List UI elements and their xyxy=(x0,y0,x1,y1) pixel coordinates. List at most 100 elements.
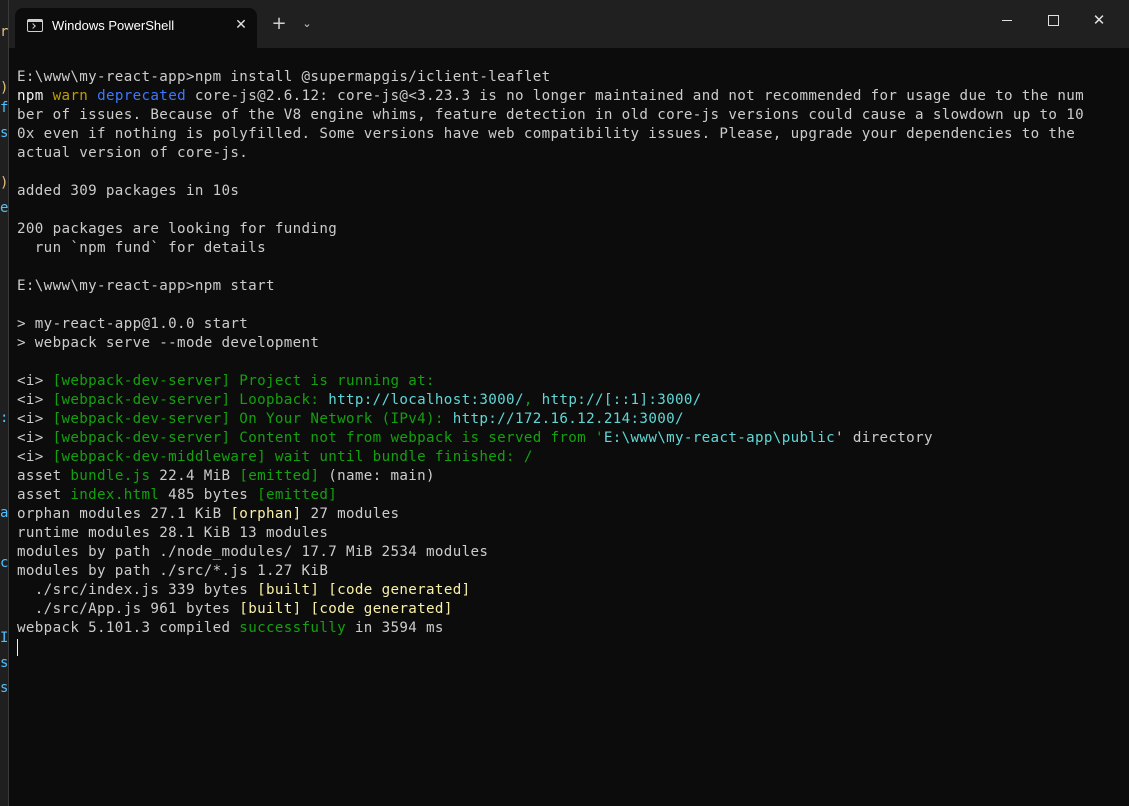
terminal-text: [code generated] xyxy=(328,582,471,598)
chevron-down-icon[interactable]: ⌄ xyxy=(297,10,317,38)
terminal-line: <i> [webpack-dev-server] Project is runn… xyxy=(17,372,1129,391)
terminal-text: added 309 packages in 10s xyxy=(17,183,240,199)
terminal-text: [webpack-dev-middleware] wait until bund… xyxy=(52,449,533,465)
terminal-text: <i> xyxy=(17,411,53,427)
terminal-line: asset bundle.js 22.4 MiB [emitted] (name… xyxy=(17,467,1129,486)
terminal-text: asset xyxy=(17,468,71,484)
terminal-text: npm xyxy=(17,88,53,104)
terminal-line: asset index.html 485 bytes [emitted] xyxy=(17,486,1129,505)
terminal-line: modules by path ./node_modules/ 17.7 MiB… xyxy=(17,543,1129,562)
terminal-text: [webpack-dev-server] Project is running … xyxy=(52,373,435,389)
close-button[interactable]: ✕ xyxy=(1076,0,1122,40)
terminal-text: > webpack serve --mode development xyxy=(17,335,320,351)
background-char: ) xyxy=(0,80,8,96)
terminal-text: run `npm fund` for details xyxy=(17,240,266,256)
terminal-text: E:\www\my-react-app>npm install @superma… xyxy=(17,69,551,85)
terminal-text: <i> xyxy=(17,373,53,389)
minimize-button[interactable] xyxy=(984,0,1030,40)
terminal-text: > my-react-app@1.0.0 start xyxy=(17,316,249,332)
prompt-line[interactable] xyxy=(17,638,1129,657)
terminal-text: webpack 5.101.3 compiled xyxy=(17,620,240,636)
terminal-text: , xyxy=(523,392,542,408)
background-char: : xyxy=(0,410,8,426)
terminal-text: index.html xyxy=(70,487,160,503)
terminal-text: <i> xyxy=(17,449,53,465)
terminal-line: runtime modules 28.1 KiB 13 modules xyxy=(17,524,1129,543)
terminal-text: [emitted] xyxy=(239,468,320,484)
terminal-line: <i> [webpack-dev-server] Loopback: http:… xyxy=(17,391,1129,410)
terminal-text: actual version of core-js. xyxy=(17,145,249,161)
terminal-line: ./src/index.js 339 bytes [built] [code g… xyxy=(17,581,1129,600)
terminal-text: http://172.16.12.214:3000/ xyxy=(452,411,684,427)
terminal-line: webpack 5.101.3 compiled successfully in… xyxy=(17,619,1129,638)
maximize-button[interactable] xyxy=(1030,0,1076,40)
terminal-text: [code generated] xyxy=(310,601,453,617)
terminal-text: <i> xyxy=(17,430,53,446)
terminal-text: [webpack-dev-server] Content not from we… xyxy=(52,430,604,446)
terminal-text: <i> xyxy=(17,392,53,408)
terminal-line: 0x even if nothing is polyfilled. Some v… xyxy=(17,125,1129,144)
terminal-text: [orphan] xyxy=(230,506,302,522)
terminal-text: runtime modules 28.1 KiB 13 modules xyxy=(17,525,329,541)
terminal-text: 200 packages are looking for funding xyxy=(17,221,338,237)
terminal-text: [webpack-dev-server] On Your Network (IP… xyxy=(52,411,453,427)
terminal-output[interactable]: E:\www\my-react-app>npm install @superma… xyxy=(17,68,1129,657)
background-char: c xyxy=(0,555,8,571)
terminal-text: [emitted] xyxy=(257,487,338,503)
terminal-line: modules by path ./src/*.js 1.27 KiB xyxy=(17,562,1129,581)
terminal-text: http://[::1]:3000/ xyxy=(541,392,702,408)
background-char: s xyxy=(0,125,8,141)
terminal-text: 22.4 MiB xyxy=(150,468,240,484)
terminal-text: ber of issues. Because of the V8 engine … xyxy=(17,107,1084,123)
terminal-text: modules by path ./node_modules/ 17.7 MiB… xyxy=(17,544,489,560)
terminal-text: [built] xyxy=(239,601,302,617)
terminal-text: [webpack-dev-server] Loopback: xyxy=(52,392,329,408)
scrollbar[interactable] xyxy=(1124,50,1128,790)
background-char: ) xyxy=(0,175,8,191)
terminal-line: ber of issues. Because of the V8 engine … xyxy=(17,106,1129,125)
tab-title: Windows PowerShell xyxy=(52,18,175,33)
terminal-text: modules by path ./src/*.js 1.27 KiB xyxy=(17,563,329,579)
background-char: a xyxy=(0,505,8,521)
background-char: r xyxy=(0,24,8,40)
terminal-text: in 3594 ms xyxy=(346,620,444,636)
terminal-text: core-js@2.6.12: core-js@<3.23.3 is no lo… xyxy=(185,88,1085,104)
terminal-line: > my-react-app@1.0.0 start xyxy=(17,315,1129,334)
terminal-text: successfully xyxy=(239,620,346,636)
terminal-line: <i> [webpack-dev-server] Content not fro… xyxy=(17,429,1129,448)
terminal-text: deprecated xyxy=(97,88,186,104)
terminal-line: 200 packages are looking for funding xyxy=(17,220,1129,239)
terminal-text: bundle.js xyxy=(70,468,151,484)
tab-windows-powershell[interactable]: Windows PowerShell ✕ xyxy=(15,8,257,48)
terminal-line: <i> [webpack-dev-server] On Your Network… xyxy=(17,410,1129,429)
terminal-line: ./src/App.js 961 bytes [built] [code gen… xyxy=(17,600,1129,619)
terminal-line: added 309 packages in 10s xyxy=(17,182,1129,201)
terminal-line: actual version of core-js. xyxy=(17,144,1129,163)
terminal-line: E:\www\my-react-app>npm start xyxy=(17,277,1129,296)
terminal-line: run `npm fund` for details xyxy=(17,239,1129,258)
terminal-text: ' directory xyxy=(835,430,933,446)
powershell-icon xyxy=(27,19,43,32)
title-bar: Windows PowerShell ✕ + ⌄ ✕ xyxy=(9,0,1129,48)
terminal-text: orphan modules 27.1 KiB xyxy=(17,506,231,522)
background-char: s xyxy=(0,680,8,696)
new-tab-button[interactable]: + xyxy=(267,10,291,38)
terminal-text: 485 bytes xyxy=(159,487,258,503)
terminal-text: http://localhost:3000/ xyxy=(328,392,524,408)
terminal-text: [built] xyxy=(257,582,320,598)
terminal-text: ./src/index.js 339 bytes xyxy=(17,582,258,598)
background-char: s xyxy=(0,655,8,671)
background-char: e xyxy=(0,200,8,216)
terminal-window: Windows PowerShell ✕ + ⌄ ✕ E:\www\my-rea… xyxy=(8,0,1129,806)
terminal-text: ./src/App.js 961 bytes xyxy=(17,601,240,617)
terminal-line: orphan modules 27.1 KiB [orphan] 27 modu… xyxy=(17,505,1129,524)
terminal-line: <i> [webpack-dev-middleware] wait until … xyxy=(17,448,1129,467)
tab-close-icon[interactable]: ✕ xyxy=(231,15,251,35)
terminal-text: E:\www\my-react-app\public xyxy=(603,430,836,446)
terminal-text: 27 modules xyxy=(301,506,400,522)
terminal-text: asset xyxy=(17,487,71,503)
